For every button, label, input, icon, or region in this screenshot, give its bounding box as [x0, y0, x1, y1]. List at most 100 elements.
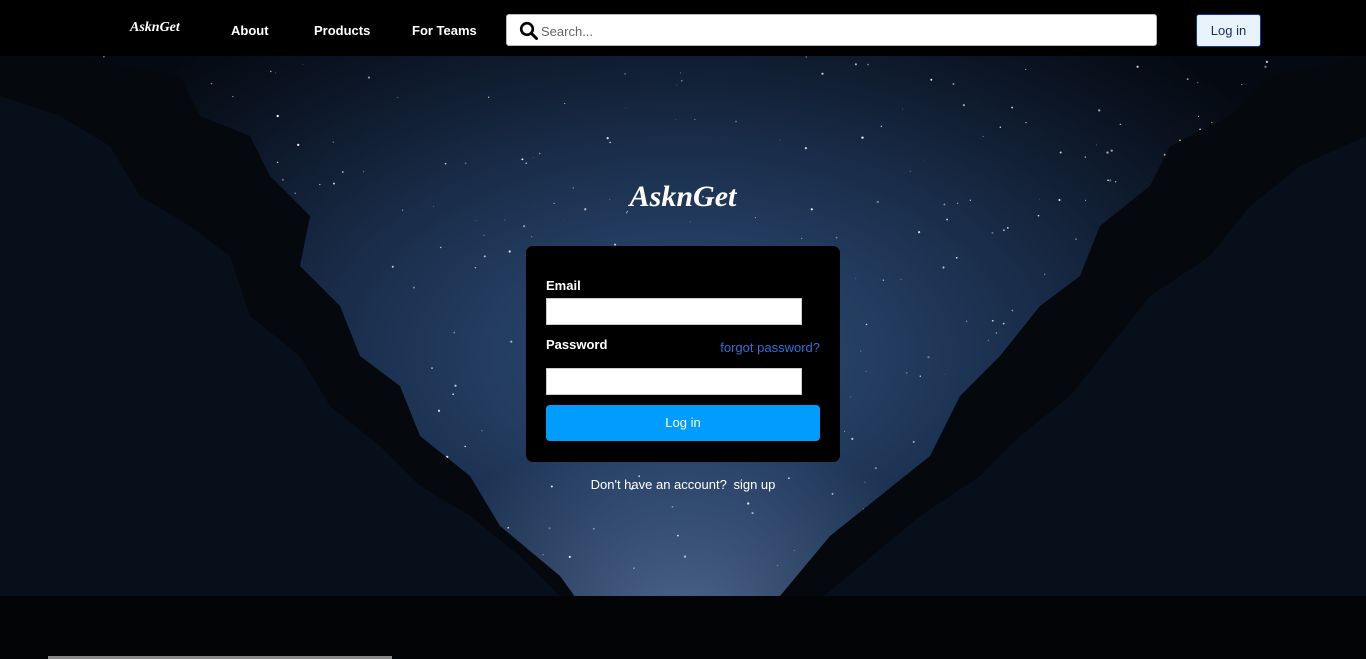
star-dot	[955, 256, 958, 259]
star-dot	[504, 219, 506, 221]
star-dot	[625, 107, 627, 109]
star-dot	[444, 162, 447, 165]
star-dot	[1025, 122, 1027, 124]
email-label: Email	[546, 278, 581, 293]
star-dot	[1265, 60, 1269, 64]
star-dot	[671, 505, 674, 508]
star-dot	[232, 96, 234, 98]
star-dot	[874, 467, 877, 470]
nav-link-for-teams[interactable]: For Teams	[412, 23, 477, 38]
star-dot	[681, 80, 683, 82]
star-dot	[568, 555, 571, 558]
star-dot	[1002, 322, 1005, 325]
star-dot	[633, 567, 635, 569]
star-dot	[865, 370, 867, 372]
star-dot	[437, 409, 441, 412]
star-dot	[805, 56, 807, 58]
star-dot	[918, 231, 921, 234]
star-dot	[525, 162, 528, 165]
star-dot	[1197, 115, 1200, 117]
password-field[interactable]	[546, 368, 802, 395]
star-dot	[694, 119, 696, 120]
star-dot	[982, 135, 984, 137]
star-dot	[412, 286, 415, 289]
forgot-password-link[interactable]: forgot password?	[720, 340, 820, 355]
star-dot	[1084, 156, 1087, 158]
star-dot	[481, 429, 483, 432]
star-dot	[860, 350, 862, 352]
star-dot	[391, 265, 394, 268]
star-dot	[507, 526, 510, 529]
star-dot	[754, 217, 756, 219]
star-dot	[835, 236, 838, 239]
star-dot	[276, 114, 279, 118]
star-dot	[103, 56, 105, 58]
signup-prompt-text: Don't have an account?	[590, 477, 727, 492]
star-dot	[675, 119, 676, 120]
star-dot	[1264, 65, 1267, 68]
star-dot	[942, 266, 945, 269]
star-dot	[531, 235, 533, 238]
star-dot	[779, 139, 781, 141]
search-icon	[519, 21, 539, 41]
signup-prompt-row: Don't have an account? sign up	[0, 477, 1366, 492]
star-dot	[777, 565, 778, 566]
star-dot	[1044, 273, 1046, 275]
star-dot	[902, 108, 904, 110]
navbar-login-button[interactable]: Log in	[1196, 14, 1261, 47]
star-dot	[439, 246, 442, 249]
star-dot	[521, 158, 524, 161]
top-navbar: AsknGet About Products For Teams Log in	[0, 0, 1366, 56]
star-dot	[850, 396, 852, 398]
star-dot	[751, 512, 754, 515]
star-dot	[909, 170, 911, 172]
nav-link-products[interactable]: Products	[314, 23, 370, 38]
star-dot	[275, 72, 277, 74]
star-dot	[930, 78, 933, 81]
password-label: Password	[546, 337, 608, 352]
star-dot	[689, 221, 691, 223]
star-dot	[793, 549, 796, 552]
star-dot	[532, 157, 534, 159]
star-dot	[1011, 309, 1014, 312]
star-dot	[900, 278, 902, 280]
star-dot	[538, 152, 541, 155]
email-field[interactable]	[546, 298, 802, 325]
star-dot	[987, 339, 989, 341]
star-dot	[844, 430, 846, 432]
star-dot	[523, 225, 526, 228]
star-dot	[564, 219, 565, 220]
star-dot	[341, 171, 344, 173]
star-dot	[952, 83, 955, 85]
star-dot	[962, 104, 966, 107]
search-input[interactable]	[539, 19, 1143, 43]
star-dot	[1186, 78, 1189, 81]
star-dot	[680, 72, 681, 74]
star-dot	[1002, 229, 1005, 232]
star-dot	[861, 136, 864, 139]
star-dot	[510, 340, 513, 343]
star-dot	[210, 82, 213, 85]
star-dot	[1098, 109, 1101, 112]
login-card: Email Password forgot password? Log in	[526, 246, 840, 462]
star-dot	[1119, 123, 1122, 126]
star-dot	[276, 161, 279, 163]
star-dot	[1106, 151, 1109, 154]
star-dot	[923, 160, 925, 161]
navbar-brand-logo[interactable]: AsknGet	[130, 20, 180, 36]
star-dot	[624, 73, 626, 75]
star-dot	[464, 445, 466, 448]
nav-link-about[interactable]: About	[231, 23, 269, 38]
star-dot	[367, 76, 370, 79]
star-dot	[483, 234, 485, 236]
star-dot	[677, 534, 679, 537]
star-dot	[474, 266, 477, 269]
signup-link[interactable]: sign up	[733, 477, 775, 492]
login-button[interactable]: Log in	[546, 405, 820, 441]
star-dot	[1211, 121, 1213, 123]
star-dot	[564, 102, 566, 105]
star-dot	[483, 255, 486, 258]
star-dot	[1199, 128, 1201, 131]
star-dot	[332, 141, 334, 143]
star-dot	[855, 277, 857, 279]
